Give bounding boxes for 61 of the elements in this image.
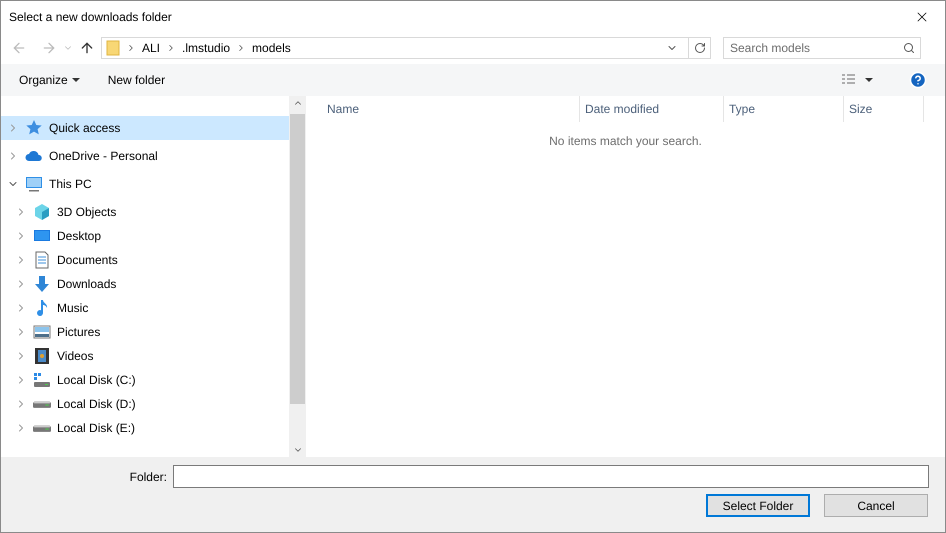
tree-item-label: Quick access bbox=[49, 120, 120, 137]
tree-item-label: Pictures bbox=[57, 324, 100, 341]
tree-item[interactable]: Pictures bbox=[1, 320, 289, 344]
image-icon bbox=[33, 323, 51, 341]
tree-item-label: Music bbox=[57, 300, 88, 317]
folder-label: Folder: bbox=[130, 468, 167, 486]
folder-field[interactable] bbox=[173, 465, 929, 488]
column-header[interactable]: Date modified bbox=[580, 96, 724, 122]
cube-icon bbox=[33, 203, 51, 221]
tree-item-label: OneDrive - Personal bbox=[49, 148, 158, 165]
folder-icon bbox=[106, 40, 120, 56]
breadcrumb[interactable]: models bbox=[252, 39, 291, 57]
drive-icon bbox=[33, 424, 51, 432]
tree-item[interactable]: Videos bbox=[1, 344, 289, 368]
search-icon bbox=[903, 42, 915, 54]
tree-item-label: Documents bbox=[57, 252, 118, 269]
column-header[interactable]: Type bbox=[724, 96, 844, 122]
drive-icon bbox=[33, 400, 51, 408]
organize-menu[interactable]: Organize bbox=[19, 71, 80, 89]
address-bar[interactable]: ALI .lmstudio models bbox=[101, 37, 711, 59]
tree-item[interactable]: Documents bbox=[1, 248, 289, 272]
tree-item[interactable]: Music bbox=[1, 296, 289, 320]
tree-item[interactable]: Local Disk (E:) bbox=[1, 416, 289, 440]
back-icon[interactable] bbox=[11, 40, 27, 56]
breadcrumb[interactable]: ALI bbox=[142, 39, 160, 57]
tree-item-label: Local Disk (D:) bbox=[57, 396, 136, 413]
scrollbar[interactable] bbox=[289, 96, 306, 457]
window-title: Select a new downloads folder bbox=[9, 8, 173, 26]
tree-item[interactable]: 3D Objects bbox=[1, 200, 289, 224]
document-icon bbox=[33, 251, 51, 269]
dialog-button[interactable]: Cancel bbox=[824, 494, 928, 517]
tree-item-label: Local Disk (E:) bbox=[57, 420, 136, 437]
tree-item[interactable]: Local Disk (D:) bbox=[1, 392, 289, 416]
film-icon bbox=[33, 347, 51, 365]
empty-message: No items match your search. bbox=[549, 133, 702, 150]
tree-item-label: Videos bbox=[57, 348, 94, 365]
breadcrumb[interactable]: .lmstudio bbox=[182, 39, 230, 57]
system-drive-icon bbox=[33, 371, 51, 389]
tree-item[interactable]: OneDrive - Personal bbox=[1, 144, 289, 168]
tree-item[interactable]: This PC bbox=[1, 172, 289, 196]
computer-icon bbox=[25, 175, 43, 193]
tree-item[interactable]: Local Disk (C:) bbox=[1, 368, 289, 392]
tree-item-label: Downloads bbox=[57, 276, 116, 293]
tree-item-label: Desktop bbox=[57, 228, 102, 245]
forward-icon[interactable] bbox=[41, 40, 57, 56]
tree-item-label: This PC bbox=[49, 176, 92, 193]
tree-item-label: 3D Objects bbox=[57, 204, 116, 221]
column-header[interactable]: Name bbox=[322, 96, 580, 122]
star-icon bbox=[25, 119, 43, 137]
new-folder-button[interactable]: New folder bbox=[108, 71, 166, 89]
column-header[interactable]: Size bbox=[844, 96, 924, 122]
tree-item-label: Local Disk (C:) bbox=[57, 372, 136, 389]
up-icon[interactable] bbox=[79, 40, 95, 56]
refresh-icon[interactable] bbox=[694, 42, 706, 54]
tree-item[interactable]: Desktop bbox=[1, 224, 289, 248]
download-icon bbox=[33, 275, 51, 293]
search-field[interactable]: Search models bbox=[723, 37, 921, 59]
help-icon[interactable] bbox=[909, 71, 927, 89]
dialog-button[interactable]: Select Folder bbox=[706, 494, 810, 517]
tree-item[interactable]: Quick access bbox=[1, 116, 289, 140]
tree-item[interactable]: Downloads bbox=[1, 272, 289, 296]
